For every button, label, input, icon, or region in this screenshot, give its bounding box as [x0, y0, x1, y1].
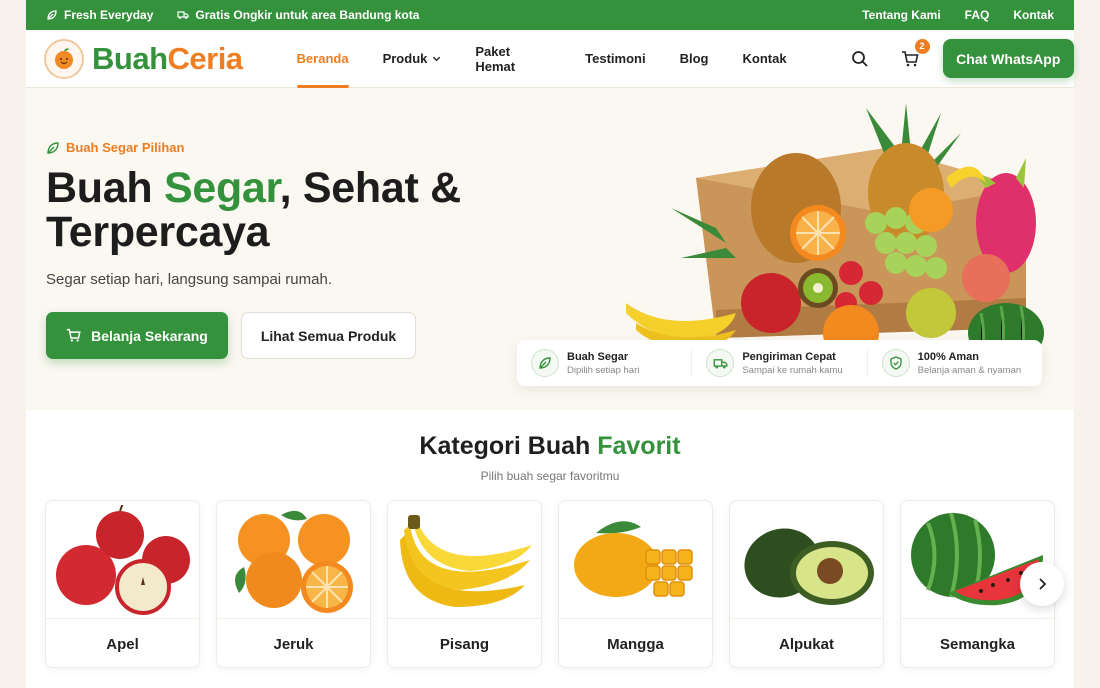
feature-desc: Sampai ke rumah kamu [742, 364, 843, 376]
hero-section: Buah Segar Pilihan Buah Segar, Sehat & T… [26, 88, 1074, 408]
hero-title: Buah Segar, Sehat & Terpercaya [46, 166, 516, 254]
free-shipping-text: Gratis Ongkir untuk area Bandung kota [195, 8, 420, 22]
brand-logo[interactable]: BuahCeria [26, 38, 243, 79]
carousel-next-button[interactable] [1020, 562, 1064, 606]
leaf-icon [47, 141, 59, 154]
feature-title: 100% Aman [917, 350, 979, 363]
hero-title-part1: Buah [46, 164, 164, 212]
feature-item: Buah Segar Dipilih setiap hari [517, 349, 691, 377]
leaf-icon [531, 349, 559, 377]
category-label: Alpukat [778, 635, 834, 653]
chat-whatsapp-button[interactable]: Chat WhatsApp [942, 39, 1074, 78]
category-title-highlight: Favorit [597, 432, 681, 460]
feature-desc: Belanja aman & nyaman [917, 364, 1022, 376]
topbar-link-tentang-kami[interactable]: Tentang Kami [862, 8, 940, 22]
category-card-jeruk[interactable]: Jeruk [216, 500, 371, 668]
apple-image [46, 501, 199, 619]
orange-image [217, 501, 370, 619]
shop-now-label: Belanja Sekarang [91, 327, 208, 344]
hero-subtitle: Segar setiap hari, langsung sampai rumah… [46, 271, 332, 288]
search-icon [851, 50, 868, 67]
topbar-link-kontak[interactable]: Kontak [1013, 8, 1054, 22]
feature-item: 100% Aman Belanja aman & nyaman [868, 349, 1042, 377]
cart-button[interactable]: 2 [899, 38, 930, 70]
fresh-everyday-text: Fresh Everyday [64, 8, 154, 22]
main-header: BuahCeria Beranda Produk Paket Hemat Tes… [26, 30, 1074, 88]
mango-image [559, 501, 712, 619]
view-all-products-button[interactable]: Lihat Semua Produk [241, 312, 416, 359]
category-subtitle: Pilih buah segar favoritmu [480, 469, 620, 483]
page-frame: Fresh Everyday Gratis Ongkir untuk area … [26, 0, 1074, 688]
feature-desc: Dipilih setiap hari [567, 364, 640, 376]
nav-item-blog[interactable]: Blog [680, 30, 709, 88]
category-title: Kategori Buah Favorit [26, 432, 1074, 461]
topbar-link-faq[interactable]: FAQ [965, 8, 990, 22]
category-label: Pisang [439, 635, 490, 653]
orange-logo-icon [44, 38, 84, 79]
category-label: Semangka [939, 635, 1016, 653]
category-label: Jeruk [273, 635, 314, 653]
leaf-icon [47, 10, 57, 20]
category-card-pisang[interactable]: Pisang [387, 500, 542, 668]
nav-item-paket-hemat[interactable]: Paket Hemat [475, 30, 551, 88]
category-card-mangga[interactable]: Mangga [558, 500, 713, 668]
search-button[interactable] [849, 48, 871, 70]
feature-title: Buah Segar [567, 350, 629, 363]
cart-icon [66, 328, 81, 342]
avocado-image [730, 501, 883, 619]
shop-now-button[interactable]: Belanja Sekarang [46, 312, 228, 359]
cart-count-badge: 2 [914, 38, 930, 54]
truck-icon [706, 349, 735, 377]
category-carousel: Apel Jeruk Pisang Mangga Alpukat Semangk… [45, 500, 1055, 668]
feature-item: Pengiriman Cepat Sampai ke rumah kamu [692, 349, 866, 377]
free-shipping-notice: Gratis Ongkir untuk area Bandung kota [177, 8, 419, 22]
hero-eyebrow-text: Buah Segar Pilihan [66, 140, 185, 155]
shield-icon [881, 349, 910, 377]
fresh-everyday-notice: Fresh Everyday [46, 8, 153, 22]
category-title-part1: Kategori Buah [419, 432, 598, 460]
feature-strip: Buah Segar Dipilih setiap hari Pengirima… [517, 340, 1042, 386]
brand-name: BuahCeria [92, 41, 243, 77]
nav-item-beranda[interactable]: Beranda [296, 30, 349, 88]
cart-icon [901, 50, 919, 66]
brand-name-part1: Buah [92, 40, 168, 76]
fruit-basket-image [626, 103, 1044, 348]
category-card-alpukat[interactable]: Alpukat [729, 500, 884, 668]
hero-eyebrow: Buah Segar Pilihan [46, 140, 184, 155]
feature-title: Pengiriman Cepat [742, 350, 836, 363]
announcement-bar: Fresh Everyday Gratis Ongkir untuk area … [26, 0, 1074, 30]
nav-item-testimoni[interactable]: Testimoni [585, 30, 645, 88]
banana-image [388, 501, 541, 619]
nav-item-produk[interactable]: Produk [383, 30, 442, 88]
main-nav: Beranda Produk Paket Hemat Testimoni Blo… [296, 30, 821, 88]
category-section: Kategori Buah Favorit Pilih buah segar f… [26, 410, 1074, 688]
truck-icon [177, 11, 189, 19]
category-label: Apel [106, 635, 139, 653]
category-label: Mangga [607, 635, 664, 653]
nav-item-kontak[interactable]: Kontak [743, 30, 787, 88]
hero-title-highlight: Segar [163, 164, 280, 212]
category-card-apel[interactable]: Apel [45, 500, 200, 668]
chevron-right-icon [1039, 578, 1047, 590]
brand-name-part2: Ceria [167, 40, 244, 76]
chevron-down-icon [433, 56, 441, 62]
nav-item-produk-label: Produk [382, 51, 428, 66]
